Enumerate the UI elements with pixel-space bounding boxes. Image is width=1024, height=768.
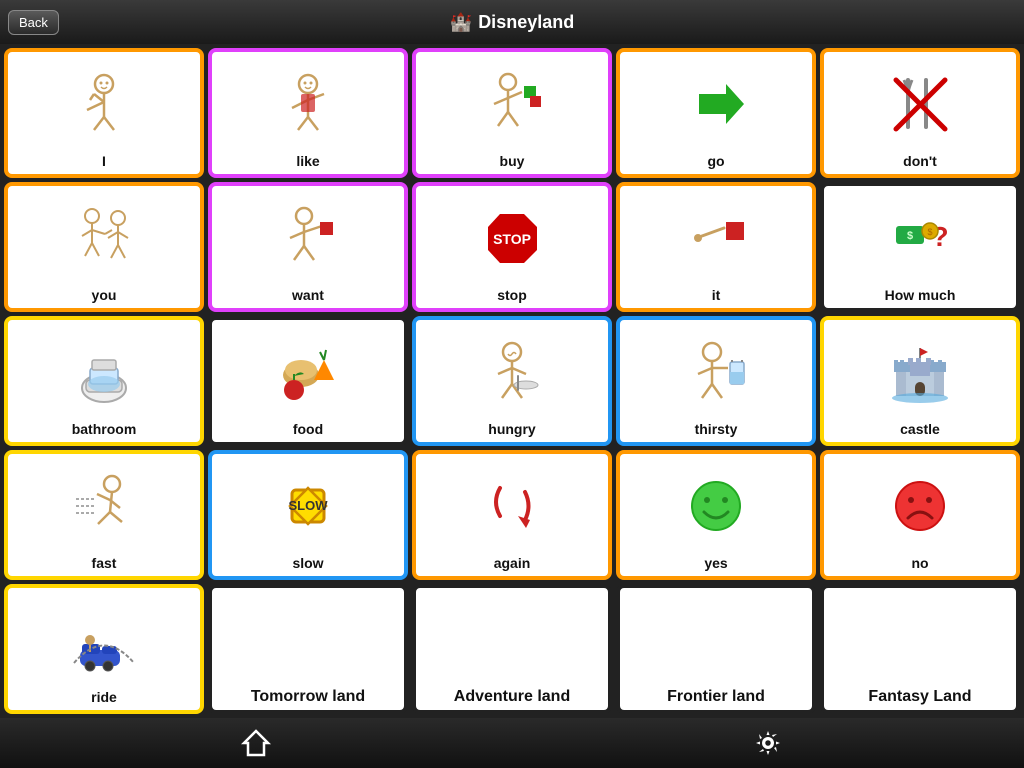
header-title: 🏰 Disneyland <box>450 12 574 33</box>
grid-area: I like <box>0 44 1024 718</box>
footer <box>0 718 1024 768</box>
cell-hungry[interactable]: hungry <box>412 316 612 446</box>
back-button[interactable]: Back <box>8 10 59 35</box>
cell-it[interactable]: it <box>616 182 816 312</box>
cell-howmuch[interactable]: $ ? $ How much <box>820 182 1020 312</box>
cell-tomorrowland[interactable]: Tomorrow land <box>208 584 408 714</box>
cell-yes[interactable]: yes <box>616 450 816 580</box>
cell-stop[interactable]: STOP stop <box>412 182 612 312</box>
cell-fast[interactable]: fast <box>4 450 204 580</box>
cell-thirsty[interactable]: thirsty <box>616 316 816 446</box>
home-button[interactable] <box>156 727 356 759</box>
cell-want[interactable]: want <box>208 182 408 312</box>
disneyland-icon: 🏰 <box>450 12 472 33</box>
cell-food[interactable]: food <box>208 316 408 446</box>
cell-again[interactable]: again <box>412 450 612 580</box>
header: Back 🏰 Disneyland <box>0 0 1024 44</box>
svg-text:SLOW: SLOW <box>288 498 328 513</box>
settings-button[interactable] <box>668 727 868 759</box>
cell-no[interactable]: no <box>820 450 1020 580</box>
svg-text:$: $ <box>906 230 912 242</box>
svg-text:$: $ <box>927 227 932 237</box>
cell-bathroom[interactable]: bathroom <box>4 316 204 446</box>
cell-slow[interactable]: SLOW slow <box>208 450 408 580</box>
cell-like[interactable]: like <box>208 48 408 178</box>
cell-dont[interactable]: don't <box>820 48 1020 178</box>
cell-buy[interactable]: buy <box>412 48 612 178</box>
cell-fantasyland[interactable]: Fantasy Land <box>820 584 1020 714</box>
cell-i[interactable]: I <box>4 48 204 178</box>
cell-go[interactable]: go <box>616 48 816 178</box>
cell-adventureland[interactable]: Adventure land <box>412 584 612 714</box>
svg-text:STOP: STOP <box>493 231 531 247</box>
cell-you[interactable]: you <box>4 182 204 312</box>
cell-ride[interactable]: ride <box>4 584 204 714</box>
cell-frontierland[interactable]: Frontier land <box>616 584 816 714</box>
cell-castle[interactable]: castle <box>820 316 1020 446</box>
